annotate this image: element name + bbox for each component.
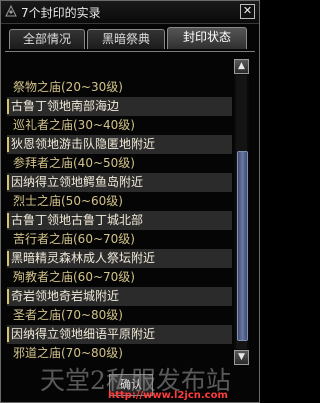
list-item-temple: [7, 59, 232, 78]
list-item-location: 狄恩领地游击队隐匿地附近: [7, 135, 232, 154]
tab-seal-status[interactable]: 封印状态: [167, 27, 247, 49]
list-item-temple: 殉教者之庙(60~70级): [13, 270, 135, 284]
list-item-location: 古鲁丁领地南部海边: [7, 97, 232, 116]
arrow-down-icon: ▼: [238, 352, 245, 362]
close-icon: ✕: [242, 4, 253, 17]
watermark-url: http://www.l2jcn.com: [108, 390, 228, 401]
close-button[interactable]: ✕: [240, 4, 255, 19]
tab-strip: 全部情况 黑暗祭典 封印状态: [1, 27, 259, 51]
tab-all-status[interactable]: 全部情况: [9, 29, 85, 49]
list-item-temple: 参拜者之庙(40~50级): [13, 156, 135, 170]
list-item-temple: 圣者之庙(70~80级): [13, 308, 123, 322]
list-item-location: 黑暗精灵森林成人祭坛附近: [7, 249, 232, 268]
tab-divider: [5, 51, 255, 52]
list-item-location: 古鲁丁领地古鲁丁城北部: [7, 211, 232, 230]
tab-dark-festival[interactable]: 黑暗祭典: [87, 29, 165, 49]
scroll-down-button[interactable]: ▼: [234, 350, 249, 365]
title-bar[interactable]: 7个封印的实录 ✕: [1, 1, 259, 24]
list-item-temple: 巡礼者之庙(30~40级): [13, 118, 135, 132]
list-item-location: 因纳得立领地鳄鱼岛附近: [7, 173, 232, 192]
scroll-thumb[interactable]: [237, 151, 248, 341]
list-item-temple: 苦行者之庙(60~70级): [13, 232, 135, 246]
list-item-location: 奇岩领地奇岩城附近: [7, 287, 232, 306]
list-item-location: 因纳得立领地细语平原附近: [7, 325, 232, 344]
window-ornament-icon: [5, 4, 17, 17]
window-title: 7个封印的实录: [21, 6, 101, 20]
scroll-up-button[interactable]: ▲: [234, 59, 249, 74]
list-item-temple: 祭物之庙(20~30级): [13, 80, 123, 94]
temple-list: 祭物之庙(20~30级) 古鲁丁领地南部海边巡礼者之庙(30~40级) 狄恩领地游击…: [7, 59, 232, 363]
list-item-temple: 烈士之庙(50~60级): [13, 194, 123, 208]
arrow-up-icon: ▲: [238, 61, 245, 71]
scrollbar[interactable]: ▲ ▼: [234, 59, 249, 365]
sealed-records-window: 7个封印的实录 ✕ 全部情况 黑暗祭典 封印状态 祭物之庙(20~30级) 古鲁丁…: [0, 0, 260, 403]
